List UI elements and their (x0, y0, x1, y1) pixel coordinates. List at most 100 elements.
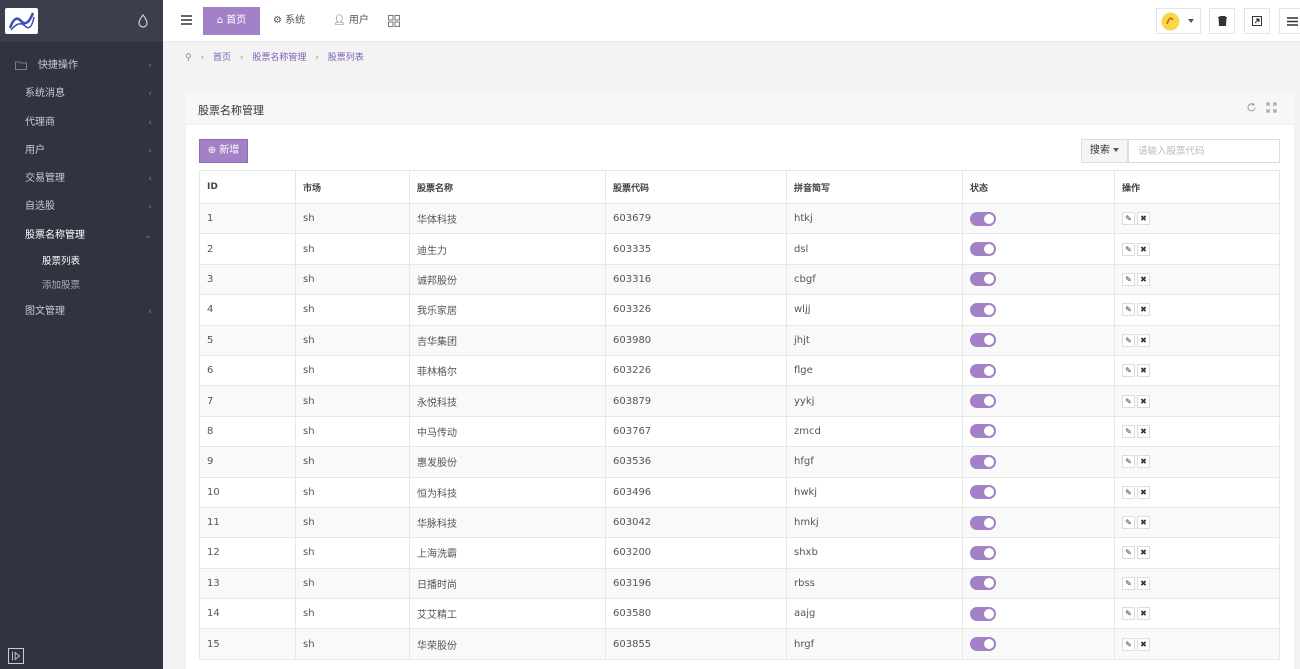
delete-icon[interactable]: ✖ (1137, 212, 1150, 226)
delete-icon[interactable]: ✖ (1137, 576, 1150, 590)
add-button[interactable]: ⊕ 新增 (199, 139, 248, 163)
cell-status (962, 506, 1115, 539)
table-row: 9 sh 惠发股份 603536 hfgf ✎ ✖ (199, 446, 1280, 478)
breadcrumb-home[interactable]: 首页 (213, 53, 231, 63)
edit-icon[interactable]: ✎ (1122, 272, 1135, 286)
status-toggle[interactable] (970, 272, 996, 287)
column-header-id[interactable]: ID (199, 170, 296, 204)
status-toggle[interactable] (970, 363, 996, 378)
delete-icon[interactable]: ✖ (1137, 516, 1150, 530)
cell-pinyin: wljj (786, 294, 963, 326)
delete-icon[interactable]: ✖ (1137, 485, 1150, 499)
edit-icon[interactable]: ✎ (1122, 576, 1135, 590)
delete-icon[interactable]: ✖ (1137, 637, 1150, 651)
sidebar-item-users[interactable]: 用户 ‹ (0, 137, 163, 165)
delete-icon[interactable]: ✖ (1137, 455, 1150, 469)
column-header-name[interactable]: 股票名称 (409, 170, 606, 204)
breadcrumb-stock-list[interactable]: 股票列表 (328, 53, 364, 63)
delete-icon[interactable]: ✖ (1137, 333, 1150, 347)
status-toggle[interactable] (970, 211, 996, 226)
sidebar-item-stock-names[interactable]: 股票名称管理 ⌄ (0, 222, 163, 250)
status-toggle[interactable] (970, 424, 996, 439)
submenu-item-add-stock[interactable]: 添加股票 (0, 274, 163, 298)
content-panel: 股票名称管理 ⊕ 新增 搜索 ID 市场 股票名称 股票代码 拼音简写 状态 操… (186, 92, 1294, 669)
search-type-dropdown[interactable]: 搜索 (1081, 139, 1128, 163)
user-avatar-dropdown[interactable] (1156, 8, 1201, 34)
more-options-button[interactable] (1279, 8, 1300, 34)
edit-icon[interactable]: ✎ (1122, 333, 1135, 347)
edit-icon[interactable]: ✎ (1122, 485, 1135, 499)
logo[interactable] (5, 8, 38, 34)
column-header-status[interactable]: 状态 (962, 170, 1115, 204)
sidebar-item-watchlist[interactable]: 自选股 ‹ (0, 193, 163, 221)
nav-system-tab[interactable]: ⚙ 系统 (273, 7, 305, 35)
cell-id: 8 (199, 415, 296, 448)
edit-icon[interactable]: ✎ (1122, 637, 1135, 651)
cell-stock-name: 中马传动 (409, 415, 606, 448)
status-toggle[interactable] (970, 394, 996, 409)
search-input[interactable] (1128, 139, 1280, 163)
edit-icon[interactable]: ✎ (1122, 546, 1135, 560)
status-toggle[interactable] (970, 302, 996, 317)
cell-actions: ✎ ✖ (1114, 354, 1280, 387)
nav-user-tab[interactable]: 👤︎ 用户 (333, 7, 369, 35)
edit-icon[interactable]: ✎ (1122, 242, 1135, 256)
maximize-icon[interactable] (1266, 102, 1277, 113)
edit-icon[interactable]: ✎ (1122, 455, 1135, 469)
apps-grid-icon[interactable] (388, 15, 400, 27)
refresh-icon[interactable] (1246, 102, 1257, 113)
stock-table: ID 市场 股票名称 股票代码 拼音简写 状态 操作 1 sh 华体科技 603679… (199, 170, 1280, 660)
theme-drop-icon[interactable] (137, 14, 149, 28)
menu-toggle-icon[interactable] (181, 15, 192, 25)
delete-icon[interactable]: ✖ (1137, 242, 1150, 256)
sidebar-item-agents[interactable]: 代理商 ‹ (0, 109, 163, 137)
cell-id: 4 (199, 294, 296, 326)
status-toggle[interactable] (970, 515, 996, 530)
cell-id: 14 (199, 598, 296, 630)
delete-icon[interactable]: ✖ (1137, 303, 1150, 317)
status-toggle[interactable] (970, 606, 996, 621)
delete-icon[interactable]: ✖ (1137, 546, 1150, 560)
clear-cache-button[interactable] (1209, 8, 1235, 34)
collapse-sidebar-icon[interactable] (8, 648, 24, 664)
sidebar-item-quick[interactable]: 快捷操作 ‹ (0, 52, 163, 80)
cell-pinyin: jhjt (786, 324, 963, 356)
delete-icon[interactable]: ✖ (1137, 364, 1150, 378)
status-toggle[interactable] (970, 485, 996, 500)
column-header-pinyin[interactable]: 拼音简写 (786, 170, 963, 204)
edit-icon[interactable]: ✎ (1122, 424, 1135, 438)
folder-icon (15, 61, 27, 70)
status-toggle[interactable] (970, 333, 996, 348)
edit-icon[interactable]: ✎ (1122, 607, 1135, 621)
nav-home-tab[interactable]: ⌂ 首页 (203, 7, 260, 35)
sidebar-item-trading[interactable]: 交易管理 ‹ (0, 165, 163, 193)
submenu-item-stock-list[interactable]: 股票列表 (0, 250, 163, 274)
status-toggle[interactable] (970, 454, 996, 469)
column-header-market[interactable]: 市场 (295, 170, 410, 204)
cell-market: sh (295, 537, 410, 569)
table-row: 5 sh 吉华集团 603980 jhjt ✎ ✖ (199, 324, 1280, 356)
cell-stock-code: 603326 (605, 294, 787, 326)
delete-icon[interactable]: ✖ (1137, 424, 1150, 438)
status-toggle[interactable] (970, 242, 996, 257)
table-row: 15 sh 华荣股份 603855 hrgf ✎ ✖ (199, 628, 1280, 660)
cell-pinyin: hfgf (786, 446, 963, 478)
fullscreen-button[interactable] (1244, 8, 1270, 34)
status-toggle[interactable] (970, 637, 996, 652)
delete-icon[interactable]: ✖ (1137, 272, 1150, 286)
column-header-code[interactable]: 股票代码 (605, 170, 787, 204)
edit-icon[interactable]: ✎ (1122, 212, 1135, 226)
delete-icon[interactable]: ✖ (1137, 607, 1150, 621)
delete-icon[interactable]: ✖ (1137, 394, 1150, 408)
edit-icon[interactable]: ✎ (1122, 303, 1135, 317)
cell-pinyin: hrgf (786, 628, 963, 660)
edit-icon[interactable]: ✎ (1122, 516, 1135, 530)
sidebar-item-messages[interactable]: 系统消息 ‹ (0, 80, 163, 108)
table-row: 12 sh 上海洗霸 603200 shxb ✎ ✖ (199, 537, 1280, 569)
status-toggle[interactable] (970, 545, 996, 560)
breadcrumb-stock-names[interactable]: 股票名称管理 (252, 53, 306, 63)
edit-icon[interactable]: ✎ (1122, 394, 1135, 408)
sidebar-item-media[interactable]: 图文管理 ‹ (0, 298, 163, 326)
edit-icon[interactable]: ✎ (1122, 364, 1135, 378)
status-toggle[interactable] (970, 576, 996, 591)
